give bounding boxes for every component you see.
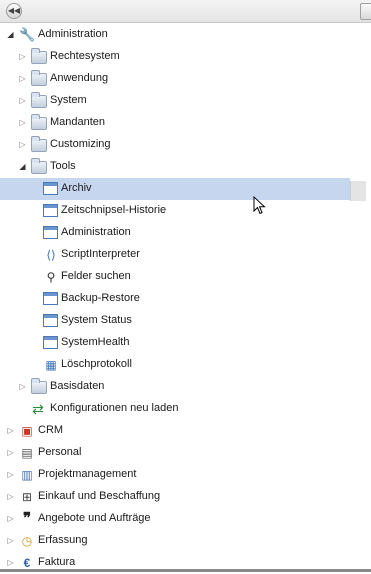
toolbar: ◀◀ (0, 0, 371, 23)
tree-node-label: Mandanten (50, 116, 106, 128)
panel-edge-button[interactable] (360, 3, 371, 20)
mouse-cursor-icon (253, 196, 266, 215)
tree-node-label: Anwendung (50, 72, 109, 84)
quote-icon: ❞ (22, 510, 32, 527)
collapse-panel-button[interactable]: ◀◀ (6, 3, 22, 19)
tree-node-administration-tool[interactable]: Administration (0, 222, 350, 244)
binoculars-icon: ⚲ (46, 270, 56, 284)
collapsed-toggle-icon[interactable]: ▷ (18, 95, 27, 106)
tree-node-label: CRM (38, 424, 64, 436)
tree-node-system[interactable]: ▷ System (0, 90, 350, 112)
gear-folder-icon (31, 378, 47, 394)
folder-icon (31, 92, 47, 108)
tree-node-einkauf-und-beschaffung[interactable]: ▷ ⊞ Einkauf und Beschaffung (0, 486, 350, 508)
tree-node-label: Administration (61, 226, 131, 238)
cart-icon: ⊞ (21, 490, 33, 504)
collapsed-toggle-icon[interactable]: ▷ (18, 117, 27, 128)
tree-node-konfigurationen-neu-laden[interactable]: ⇄ Konfigurationen neu laden (0, 398, 350, 420)
folder-icon (31, 70, 47, 86)
tree-node-zeitschnipsel-historie[interactable]: Zeitschnipsel-Historie (0, 200, 350, 222)
tree-node-label: Personal (38, 446, 82, 458)
script-icon: ⟨⟩ (46, 248, 56, 262)
tree-node-angebote-und-auftraege[interactable]: ▷ ❞ Angebote und Aufträge (0, 508, 350, 530)
collapsed-toggle-icon[interactable]: ▷ (6, 513, 15, 524)
person-icon: ▤ (21, 446, 33, 460)
tree-node-label: System Status (61, 314, 132, 326)
collapsed-toggle-icon[interactable]: ▷ (18, 73, 27, 84)
tree-node-label: Angebote und Aufträge (38, 512, 151, 524)
collapsed-toggle-icon[interactable]: ▷ (6, 447, 15, 458)
tree-node-scriptinterpreter[interactable]: ⟨⟩ ScriptInterpreter (0, 244, 350, 266)
tree-node-personal[interactable]: ▷ ▤ Personal (0, 442, 350, 464)
grid-icon: ▦ (45, 358, 57, 372)
tree-node-archiv[interactable]: Archiv (0, 178, 350, 200)
collapsed-toggle-icon[interactable]: ▷ (6, 469, 15, 480)
tree-node-label: Rechtesystem (50, 50, 120, 62)
tree-node-erfassung[interactable]: ▷ ◷ Erfassung (0, 530, 350, 552)
status-icon (43, 314, 58, 327)
tree-node-basisdaten[interactable]: ▷ Basisdaten (0, 376, 350, 398)
tree-node-label: Tools (50, 160, 76, 172)
tree-node-label: Customizing (50, 138, 111, 150)
collapsed-toggle-icon[interactable]: ▷ (6, 557, 15, 568)
tree-node-label: Basisdaten (50, 380, 105, 392)
crm-icon: ▣ (21, 424, 33, 438)
tree-node-label: Einkauf und Beschaffung (38, 490, 161, 502)
tree-node-crm[interactable]: ▷ ▣ CRM (0, 420, 350, 442)
tree-node-label: Konfigurationen neu laden (50, 402, 179, 414)
wrench-icon: 🔧 (19, 27, 36, 42)
tree-node-mandanten[interactable]: ▷ Mandanten (0, 112, 350, 134)
refresh-icon: ⇄ (32, 401, 44, 417)
window-icon (43, 226, 58, 239)
tree-node-customizing[interactable]: ▷ Customizing (0, 134, 350, 156)
tree-node-tools[interactable]: ◢ Tools (0, 156, 350, 178)
tree-node-loeschprotokoll[interactable]: ▦ Löschprotokoll (0, 354, 350, 376)
collapsed-toggle-icon[interactable]: ▷ (18, 139, 27, 150)
tree-node-systemhealth[interactable]: SystemHealth (0, 332, 350, 354)
expanded-toggle-icon[interactable]: ◢ (6, 29, 15, 40)
tree-node-label: System (50, 94, 87, 106)
folder-icon (31, 136, 47, 152)
folder-icon (31, 114, 47, 130)
tree-node-backup-restore[interactable]: Backup-Restore (0, 288, 350, 310)
tree-node-label: SystemHealth (61, 336, 130, 348)
tree-node-label: ScriptInterpreter (61, 248, 140, 260)
archive-icon (43, 182, 58, 195)
window-icon (43, 336, 58, 349)
document-icon: ▥ (21, 468, 33, 482)
collapsed-toggle-icon[interactable]: ▷ (18, 51, 27, 62)
tree-node-projektmanagement[interactable]: ▷ ▥ Projektmanagement (0, 464, 350, 486)
tree-node-rechtesystem[interactable]: ▷ Rechtesystem (0, 46, 350, 68)
tree-node-label: Zeitschnipsel-Historie (61, 204, 167, 216)
lock-folder-icon (31, 48, 47, 64)
tree-node-anwendung[interactable]: ▷ Anwendung (0, 68, 350, 90)
collapsed-toggle-icon[interactable]: ▷ (6, 491, 15, 502)
vertical-scrollbar[interactable] (350, 181, 366, 201)
tree-node-label: Faktura (38, 556, 76, 568)
tree-node-label: Backup-Restore (61, 292, 140, 304)
tree-node-label: Projektmanagement (38, 468, 137, 480)
expanded-toggle-icon[interactable]: ◢ (18, 161, 27, 172)
tree-node-label: Archiv (61, 182, 92, 194)
tree-node-label: Erfassung (38, 534, 88, 546)
backup-icon (43, 292, 58, 305)
tree-node-label: Administration (38, 28, 108, 40)
clock-icon: ◷ (21, 534, 33, 548)
tree-node-label: Löschprotokoll (61, 358, 132, 370)
folder-icon (31, 158, 47, 174)
collapsed-toggle-icon[interactable]: ▷ (6, 425, 15, 436)
collapsed-toggle-icon[interactable]: ▷ (6, 535, 15, 546)
tree-node-label: Felder suchen (61, 270, 131, 282)
tree-node-felder-suchen[interactable]: ⚲ Felder suchen (0, 266, 350, 288)
collapsed-toggle-icon[interactable]: ▷ (18, 381, 27, 392)
window-icon (43, 204, 58, 217)
tree-node-administration[interactable]: ◢ 🔧 Administration (0, 24, 350, 46)
tree-node-system-status[interactable]: System Status (0, 310, 350, 332)
